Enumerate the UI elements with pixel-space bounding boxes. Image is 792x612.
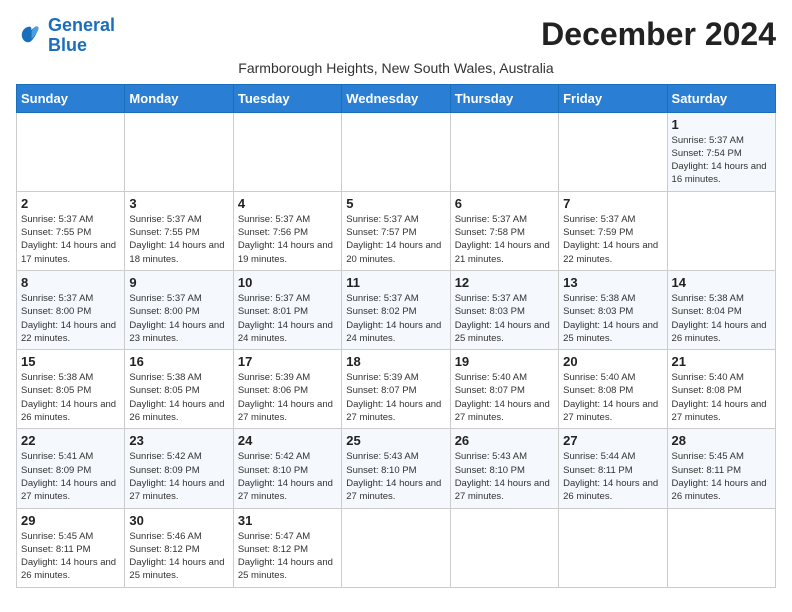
calendar-row: 15Sunrise: 5:38 AMSunset: 8:05 PMDayligh… <box>17 350 776 429</box>
header-day-saturday: Saturday <box>667 84 775 112</box>
header-day-wednesday: Wednesday <box>342 84 450 112</box>
calendar-cell <box>667 191 775 270</box>
calendar-cell: 29Sunrise: 5:45 AMSunset: 8:11 PMDayligh… <box>17 508 125 587</box>
calendar-cell: 14Sunrise: 5:38 AMSunset: 8:04 PMDayligh… <box>667 270 775 349</box>
calendar-cell: 10Sunrise: 5:37 AMSunset: 8:01 PMDayligh… <box>233 270 341 349</box>
calendar-cell: 7Sunrise: 5:37 AMSunset: 7:59 PMDaylight… <box>559 191 667 270</box>
calendar-cell <box>450 508 558 587</box>
empty-cell <box>125 112 233 191</box>
calendar-cell: 13Sunrise: 5:38 AMSunset: 8:03 PMDayligh… <box>559 270 667 349</box>
calendar-cell: 9Sunrise: 5:37 AMSunset: 8:00 PMDaylight… <box>125 270 233 349</box>
calendar-body: 1Sunrise: 5:37 AMSunset: 7:54 PMDaylight… <box>17 112 776 587</box>
calendar-row: 1Sunrise: 5:37 AMSunset: 7:54 PMDaylight… <box>17 112 776 191</box>
calendar-cell: 25Sunrise: 5:43 AMSunset: 8:10 PMDayligh… <box>342 429 450 508</box>
header-day-monday: Monday <box>125 84 233 112</box>
calendar-cell: 11Sunrise: 5:37 AMSunset: 8:02 PMDayligh… <box>342 270 450 349</box>
empty-cell <box>233 112 341 191</box>
calendar-row: 22Sunrise: 5:41 AMSunset: 8:09 PMDayligh… <box>17 429 776 508</box>
calendar-cell: 15Sunrise: 5:38 AMSunset: 8:05 PMDayligh… <box>17 350 125 429</box>
month-title: December 2024 <box>541 16 776 53</box>
calendar-cell <box>559 508 667 587</box>
calendar-header: SundayMondayTuesdayWednesdayThursdayFrid… <box>17 84 776 112</box>
calendar-cell: 3Sunrise: 5:37 AMSunset: 7:55 PMDaylight… <box>125 191 233 270</box>
header-row: SundayMondayTuesdayWednesdayThursdayFrid… <box>17 84 776 112</box>
calendar-table: SundayMondayTuesdayWednesdayThursdayFrid… <box>16 84 776 588</box>
calendar-cell: 6Sunrise: 5:37 AMSunset: 7:58 PMDaylight… <box>450 191 558 270</box>
page-header: General Blue December 2024 <box>16 16 776 56</box>
calendar-cell <box>342 508 450 587</box>
logo-bird-icon <box>16 22 44 50</box>
calendar-row: 8Sunrise: 5:37 AMSunset: 8:00 PMDaylight… <box>17 270 776 349</box>
empty-cell <box>17 112 125 191</box>
calendar-cell: 17Sunrise: 5:39 AMSunset: 8:06 PMDayligh… <box>233 350 341 429</box>
calendar-cell <box>667 508 775 587</box>
calendar-cell: 31Sunrise: 5:47 AMSunset: 8:12 PMDayligh… <box>233 508 341 587</box>
empty-cell <box>559 112 667 191</box>
calendar-cell: 16Sunrise: 5:38 AMSunset: 8:05 PMDayligh… <box>125 350 233 429</box>
calendar-cell: 23Sunrise: 5:42 AMSunset: 8:09 PMDayligh… <box>125 429 233 508</box>
header-day-thursday: Thursday <box>450 84 558 112</box>
calendar-cell-1: 1Sunrise: 5:37 AMSunset: 7:54 PMDaylight… <box>667 112 775 191</box>
calendar-cell: 26Sunrise: 5:43 AMSunset: 8:10 PMDayligh… <box>450 429 558 508</box>
calendar-cell: 28Sunrise: 5:45 AMSunset: 8:11 PMDayligh… <box>667 429 775 508</box>
calendar-cell: 8Sunrise: 5:37 AMSunset: 8:00 PMDaylight… <box>17 270 125 349</box>
calendar-cell: 22Sunrise: 5:41 AMSunset: 8:09 PMDayligh… <box>17 429 125 508</box>
calendar-cell: 5Sunrise: 5:37 AMSunset: 7:57 PMDaylight… <box>342 191 450 270</box>
logo: General Blue <box>16 16 115 56</box>
calendar-cell: 20Sunrise: 5:40 AMSunset: 8:08 PMDayligh… <box>559 350 667 429</box>
empty-cell <box>450 112 558 191</box>
calendar-cell: 2Sunrise: 5:37 AMSunset: 7:55 PMDaylight… <box>17 191 125 270</box>
calendar-cell: 27Sunrise: 5:44 AMSunset: 8:11 PMDayligh… <box>559 429 667 508</box>
logo-text: General Blue <box>48 16 115 56</box>
calendar-row: 2Sunrise: 5:37 AMSunset: 7:55 PMDaylight… <box>17 191 776 270</box>
calendar-cell: 12Sunrise: 5:37 AMSunset: 8:03 PMDayligh… <box>450 270 558 349</box>
calendar-cell: 4Sunrise: 5:37 AMSunset: 7:56 PMDaylight… <box>233 191 341 270</box>
calendar-cell: 30Sunrise: 5:46 AMSunset: 8:12 PMDayligh… <box>125 508 233 587</box>
calendar-cell: 19Sunrise: 5:40 AMSunset: 8:07 PMDayligh… <box>450 350 558 429</box>
calendar-cell: 18Sunrise: 5:39 AMSunset: 8:07 PMDayligh… <box>342 350 450 429</box>
calendar-subtitle: Farmborough Heights, New South Wales, Au… <box>16 60 776 76</box>
empty-cell <box>342 112 450 191</box>
header-day-sunday: Sunday <box>17 84 125 112</box>
header-day-friday: Friday <box>559 84 667 112</box>
header-day-tuesday: Tuesday <box>233 84 341 112</box>
calendar-cell: 21Sunrise: 5:40 AMSunset: 8:08 PMDayligh… <box>667 350 775 429</box>
calendar-cell: 24Sunrise: 5:42 AMSunset: 8:10 PMDayligh… <box>233 429 341 508</box>
calendar-row: 29Sunrise: 5:45 AMSunset: 8:11 PMDayligh… <box>17 508 776 587</box>
